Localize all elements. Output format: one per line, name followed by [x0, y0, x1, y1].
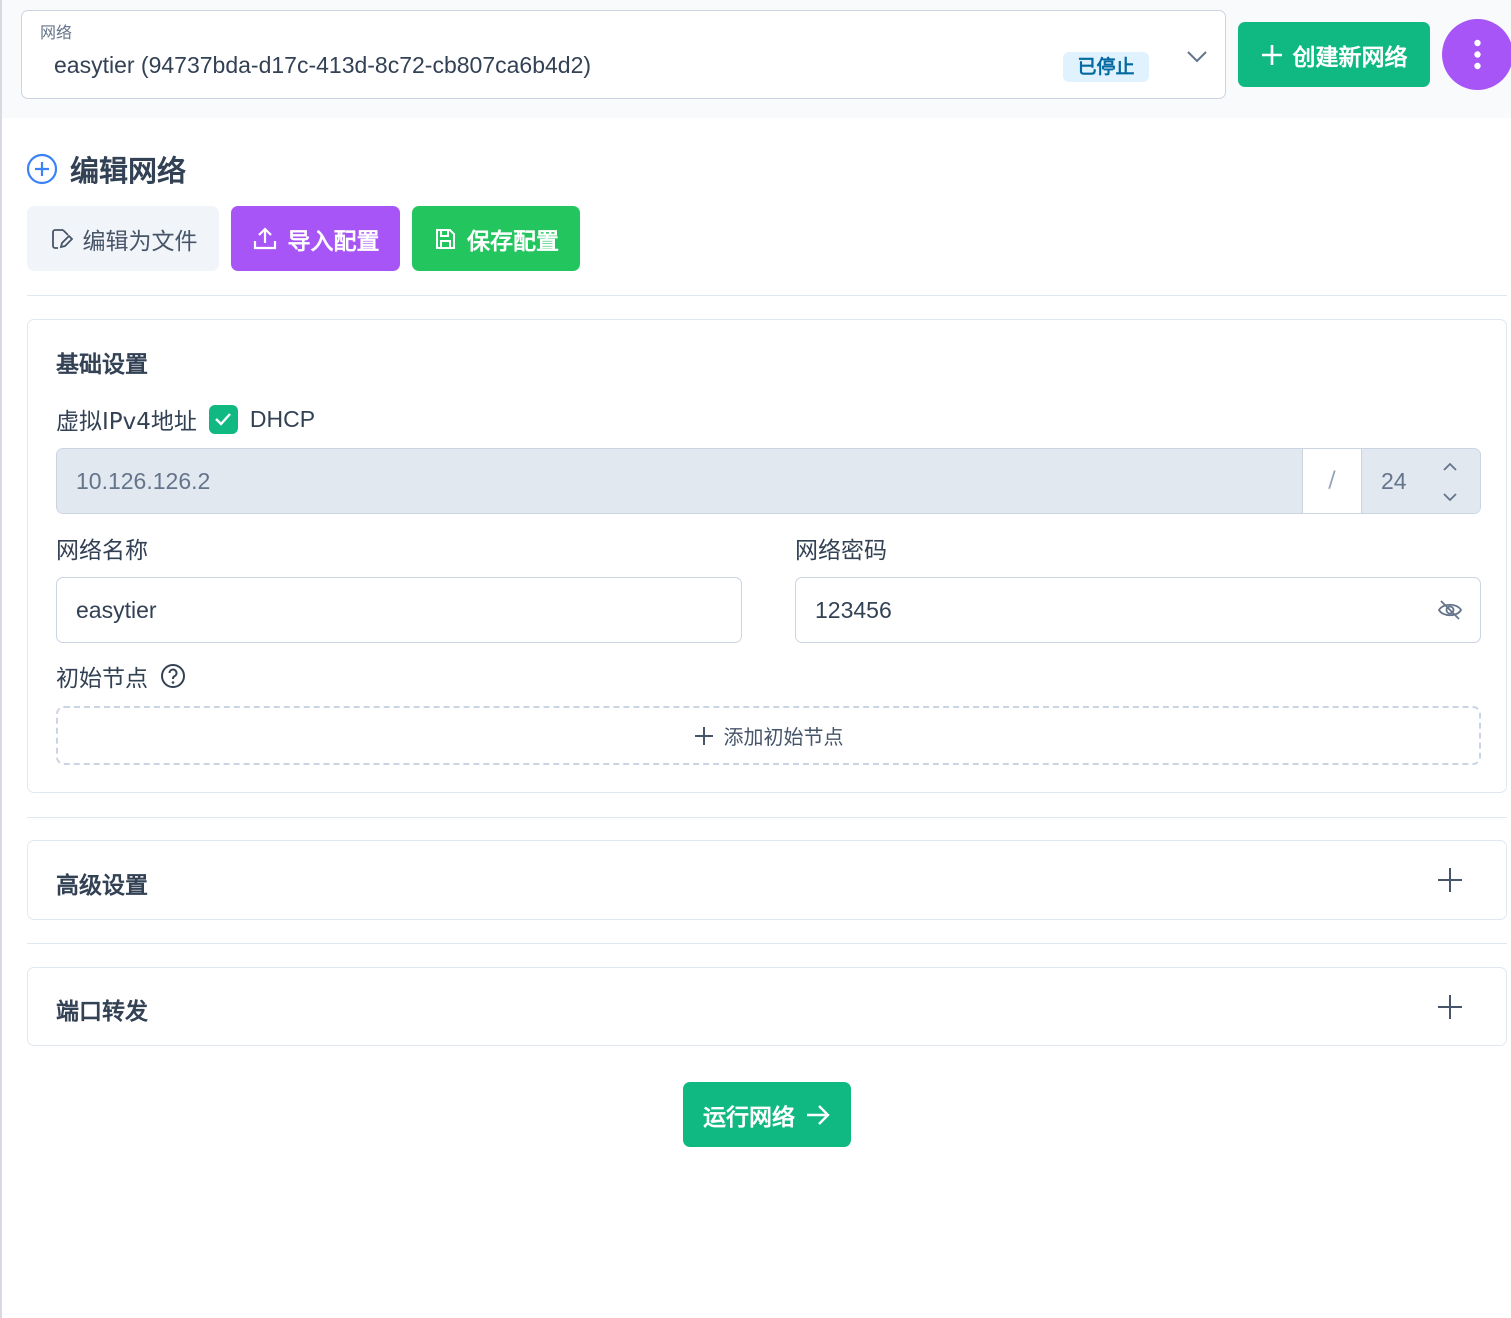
import-config-button[interactable]: 导入配置 — [231, 206, 400, 271]
save-config-label: 保存配置 — [467, 228, 559, 255]
create-network-button[interactable]: 创建新网络 — [1238, 22, 1430, 87]
ipv4-label: 虚拟IPv4地址 — [56, 409, 197, 435]
save-config-button[interactable]: 保存配置 — [412, 206, 580, 271]
ipv4-row: 虚拟IPv4地址 DHCP — [56, 402, 315, 436]
expand-plus-icon[interactable] — [1436, 993, 1464, 1021]
network-select[interactable]: 网络 easytier (94737bda-d17c-413d-8c72-cb8… — [21, 10, 1226, 99]
ipv4-mask-value: 24 — [1381, 468, 1407, 494]
network-secret-value: 123456 — [815, 597, 892, 623]
advanced-settings-title: 高级设置 — [56, 873, 148, 899]
basic-settings-title: 基础设置 — [56, 352, 148, 378]
basic-settings-panel: 基础设置 虚拟IPv4地址 DHCP 10.126.126.2 / 24 网络名… — [27, 319, 1507, 793]
network-name-label: 网络名称 — [56, 538, 148, 564]
run-network-label: 运行网络 — [703, 1104, 795, 1131]
create-network-label: 创建新网络 — [1292, 44, 1408, 71]
ipv4-address-input[interactable]: 10.126.126.2 — [57, 449, 1302, 513]
chevron-down-icon[interactable] — [1184, 43, 1210, 69]
port-forward-title: 端口转发 — [56, 999, 148, 1025]
editor-title-row: 编辑网络 — [26, 148, 186, 190]
status-badge: 已停止 — [1063, 52, 1149, 82]
network-select-label: 网络 — [40, 23, 73, 42]
edit-as-file-button[interactable]: 编辑为文件 — [27, 206, 219, 271]
eye-off-icon[interactable] — [1437, 599, 1463, 621]
ipv4-separator: / — [1302, 449, 1362, 513]
ipv4-input-group: 10.126.126.2 / 24 — [56, 448, 1481, 514]
divider — [27, 943, 1507, 944]
upload-icon — [253, 226, 276, 249]
edit-as-file-label: 编辑为文件 — [82, 228, 198, 255]
initial-peers-row: 初始节点 — [56, 659, 186, 693]
network-name-input[interactable]: easytier — [56, 577, 742, 643]
save-icon — [436, 228, 455, 249]
import-config-label: 导入配置 — [287, 228, 380, 255]
chevron-up-icon[interactable] — [1440, 457, 1460, 477]
dhcp-checkbox[interactable] — [208, 404, 238, 434]
edit-file-icon — [51, 228, 73, 249]
network-secret-label: 网络密码 — [795, 538, 887, 564]
network-select-value: easytier (94737bda-d17c-413d-8c72-cb807c… — [54, 52, 592, 78]
check-icon — [215, 413, 232, 426]
advanced-settings-panel[interactable]: 高级设置 — [27, 840, 1507, 920]
plus-icon — [694, 726, 713, 745]
add-initial-peer-label: 添加初始节点 — [723, 725, 844, 749]
divider — [27, 817, 1507, 818]
initial-peers-label: 初始节点 — [56, 666, 148, 692]
run-network-button[interactable]: 运行网络 — [683, 1082, 851, 1147]
dhcp-label: DHCP — [249, 405, 316, 432]
help-icon[interactable] — [160, 663, 186, 689]
network-secret-input[interactable]: 123456 — [795, 577, 1481, 643]
plus-circle-icon — [26, 153, 58, 185]
divider — [27, 295, 1507, 296]
plus-icon — [1261, 44, 1282, 65]
port-forward-panel[interactable]: 端口转发 — [27, 967, 1507, 1046]
chevron-down-icon[interactable] — [1440, 487, 1460, 507]
more-menu-button[interactable] — [1442, 19, 1511, 90]
ipv4-mask-input[interactable]: 24 — [1362, 449, 1480, 513]
app-root: 网络 easytier (94737bda-d17c-413d-8c72-cb8… — [0, 0, 1511, 1318]
add-initial-peer-button[interactable]: 添加初始节点 — [56, 706, 1481, 765]
page-title: 编辑网络 — [70, 154, 187, 188]
arrow-right-icon — [807, 1104, 830, 1125]
more-vertical-icon — [1474, 39, 1481, 70]
top-bar: 网络 easytier (94737bda-d17c-413d-8c72-cb8… — [2, 0, 1511, 118]
expand-plus-icon[interactable] — [1436, 866, 1464, 894]
